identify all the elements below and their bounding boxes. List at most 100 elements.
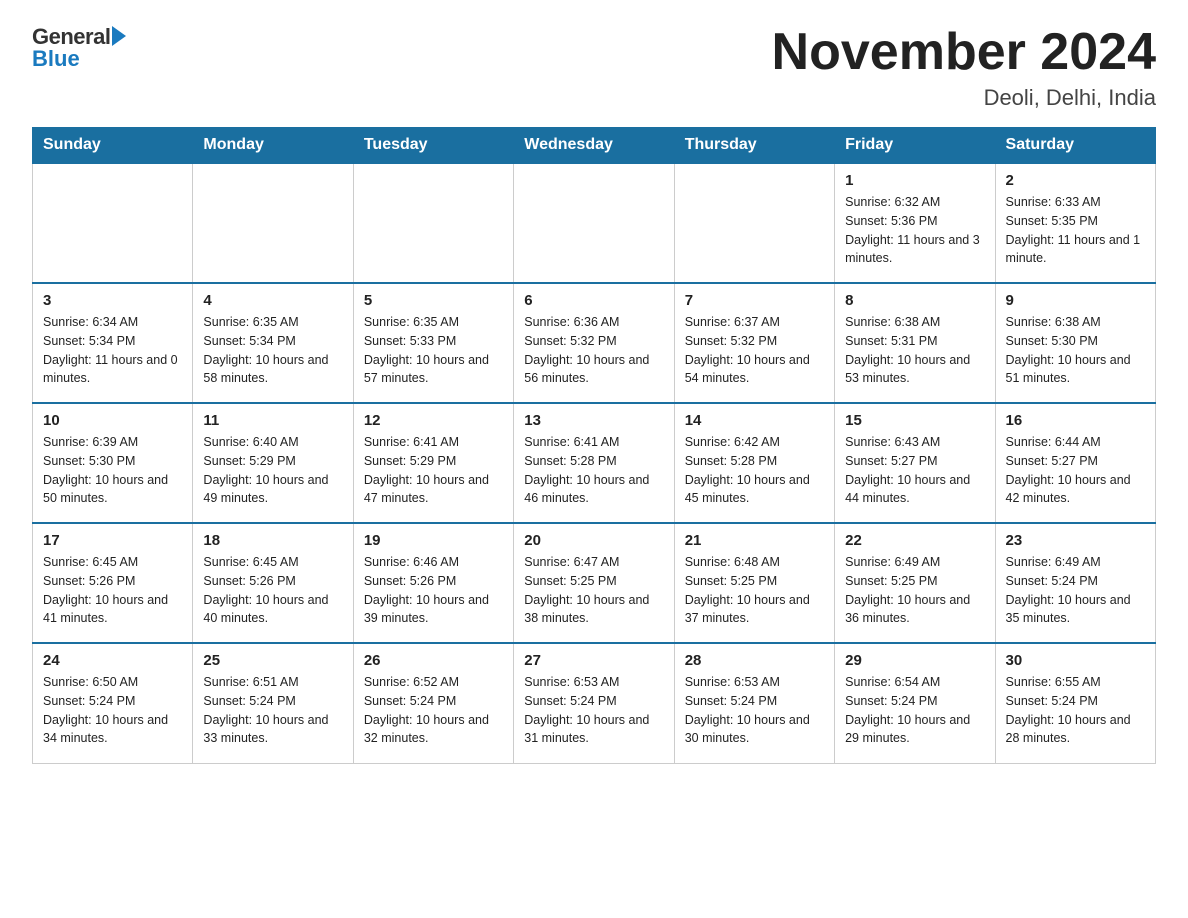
day-number: 12 — [364, 412, 503, 429]
day-info: Sunrise: 6:47 AM Sunset: 5:25 PM Dayligh… — [524, 553, 663, 628]
day-info: Sunrise: 6:39 AM Sunset: 5:30 PM Dayligh… — [43, 433, 182, 508]
day-number: 20 — [524, 532, 663, 549]
calendar-cell: 7Sunrise: 6:37 AM Sunset: 5:32 PM Daylig… — [674, 283, 834, 403]
calendar-cell: 18 Sunrise: 6:45 AM Sunset: 5:26 PM Dayli… — [193, 523, 353, 643]
calendar-cell: 15 Sunrise: 6:43 AM Sunset: 5:27 PM Dayli… — [835, 403, 995, 523]
day-info: Sunrise: 6:49 AM Sunset: 5:24 PM Dayligh… — [1006, 553, 1145, 628]
calendar-cell: 10Sunrise: 6:39 AM Sunset: 5:30 PM Dayli… — [33, 403, 193, 523]
calendar-cell: 2 Sunrise: 6:33 AM Sunset: 5:35 PM Daylig… — [995, 163, 1155, 283]
calendar-cell: 24 Sunrise: 6:50 AM Sunset: 5:24 PM Dayli… — [33, 643, 193, 763]
day-info: Sunrise: 6:33 AM Sunset: 5:35 PM Dayligh… — [1006, 193, 1145, 268]
calendar-week-row: 24 Sunrise: 6:50 AM Sunset: 5:24 PM Dayli… — [33, 643, 1156, 763]
day-info: Sunrise: 6:36 AM Sunset: 5:32 PM Dayligh… — [524, 313, 663, 388]
day-info: Sunrise: 6:55 AM Sunset: 5:24 PM Dayligh… — [1006, 673, 1145, 748]
day-info: Sunrise: 6:45 AM Sunset: 5:26 PM Dayligh… — [43, 553, 182, 628]
calendar-cell — [514, 163, 674, 283]
calendar-week-row: 1Sunrise: 6:32 AM Sunset: 5:36 PM Daylig… — [33, 163, 1156, 283]
day-number: 1 — [845, 172, 984, 189]
calendar-cell: 8 Sunrise: 6:38 AM Sunset: 5:31 PM Daylig… — [835, 283, 995, 403]
weekday-header-thursday: Thursday — [674, 128, 834, 164]
day-number: 7 — [685, 292, 824, 309]
day-info: Sunrise: 6:52 AM Sunset: 5:24 PM Dayligh… — [364, 673, 503, 748]
day-info: Sunrise: 6:49 AM Sunset: 5:25 PM Dayligh… — [845, 553, 984, 628]
calendar-cell — [193, 163, 353, 283]
weekday-header-wednesday: Wednesday — [514, 128, 674, 164]
calendar-table: SundayMondayTuesdayWednesdayThursdayFrid… — [32, 127, 1156, 764]
day-info: Sunrise: 6:48 AM Sunset: 5:25 PM Dayligh… — [685, 553, 824, 628]
logo-triangle-icon — [112, 26, 126, 46]
month-year-title: November 2024 — [772, 24, 1156, 81]
calendar-cell: 27 Sunrise: 6:53 AM Sunset: 5:24 PM Dayli… — [514, 643, 674, 763]
calendar-cell: 26 Sunrise: 6:52 AM Sunset: 5:24 PM Dayli… — [353, 643, 513, 763]
day-number: 21 — [685, 532, 824, 549]
day-info: Sunrise: 6:42 AM Sunset: 5:28 PM Dayligh… — [685, 433, 824, 508]
weekday-header-saturday: Saturday — [995, 128, 1155, 164]
day-info: Sunrise: 6:45 AM Sunset: 5:26 PM Dayligh… — [203, 553, 342, 628]
day-number: 24 — [43, 652, 182, 669]
day-info: Sunrise: 6:40 AM Sunset: 5:29 PM Dayligh… — [203, 433, 342, 508]
weekday-header-monday: Monday — [193, 128, 353, 164]
day-info: Sunrise: 6:44 AM Sunset: 5:27 PM Dayligh… — [1006, 433, 1145, 508]
calendar-cell: 3 Sunrise: 6:34 AM Sunset: 5:34 PM Daylig… — [33, 283, 193, 403]
calendar-cell: 6Sunrise: 6:36 AM Sunset: 5:32 PM Daylig… — [514, 283, 674, 403]
day-number: 5 — [364, 292, 503, 309]
day-info: Sunrise: 6:34 AM Sunset: 5:34 PM Dayligh… — [43, 313, 182, 388]
calendar-week-row: 17 Sunrise: 6:45 AM Sunset: 5:26 PM Dayli… — [33, 523, 1156, 643]
calendar-cell: 21 Sunrise: 6:48 AM Sunset: 5:25 PM Dayli… — [674, 523, 834, 643]
day-number: 27 — [524, 652, 663, 669]
logo: General Blue — [32, 24, 126, 72]
calendar-cell: 23 Sunrise: 6:49 AM Sunset: 5:24 PM Dayli… — [995, 523, 1155, 643]
day-number: 16 — [1006, 412, 1145, 429]
calendar-cell: 28 Sunrise: 6:53 AM Sunset: 5:24 PM Dayli… — [674, 643, 834, 763]
day-number: 3 — [43, 292, 182, 309]
calendar-cell: 16 Sunrise: 6:44 AM Sunset: 5:27 PM Dayli… — [995, 403, 1155, 523]
day-number: 22 — [845, 532, 984, 549]
day-info: Sunrise: 6:41 AM Sunset: 5:28 PM Dayligh… — [524, 433, 663, 508]
day-number: 14 — [685, 412, 824, 429]
calendar-cell: 17 Sunrise: 6:45 AM Sunset: 5:26 PM Dayli… — [33, 523, 193, 643]
calendar-cell: 12 Sunrise: 6:41 AM Sunset: 5:29 PM Dayli… — [353, 403, 513, 523]
logo-blue-text: Blue — [32, 46, 80, 72]
weekday-header-sunday: Sunday — [33, 128, 193, 164]
day-number: 13 — [524, 412, 663, 429]
weekday-header-row: SundayMondayTuesdayWednesdayThursdayFrid… — [33, 128, 1156, 164]
day-number: 2 — [1006, 172, 1145, 189]
day-number: 30 — [1006, 652, 1145, 669]
day-number: 11 — [203, 412, 342, 429]
day-info: Sunrise: 6:53 AM Sunset: 5:24 PM Dayligh… — [524, 673, 663, 748]
day-number: 23 — [1006, 532, 1145, 549]
calendar-cell: 5Sunrise: 6:35 AM Sunset: 5:33 PM Daylig… — [353, 283, 513, 403]
calendar-week-row: 10Sunrise: 6:39 AM Sunset: 5:30 PM Dayli… — [33, 403, 1156, 523]
day-number: 19 — [364, 532, 503, 549]
calendar-cell: 14 Sunrise: 6:42 AM Sunset: 5:28 PM Dayli… — [674, 403, 834, 523]
calendar-cell: 29Sunrise: 6:54 AM Sunset: 5:24 PM Dayli… — [835, 643, 995, 763]
day-info: Sunrise: 6:51 AM Sunset: 5:24 PM Dayligh… — [203, 673, 342, 748]
page-header: General Blue November 2024 Deoli, Delhi,… — [32, 24, 1156, 111]
day-info: Sunrise: 6:41 AM Sunset: 5:29 PM Dayligh… — [364, 433, 503, 508]
calendar-cell — [353, 163, 513, 283]
calendar-cell: 1Sunrise: 6:32 AM Sunset: 5:36 PM Daylig… — [835, 163, 995, 283]
day-number: 8 — [845, 292, 984, 309]
day-info: Sunrise: 6:43 AM Sunset: 5:27 PM Dayligh… — [845, 433, 984, 508]
calendar-cell: 30 Sunrise: 6:55 AM Sunset: 5:24 PM Dayli… — [995, 643, 1155, 763]
day-info: Sunrise: 6:38 AM Sunset: 5:30 PM Dayligh… — [1006, 313, 1145, 388]
day-number: 15 — [845, 412, 984, 429]
day-number: 18 — [203, 532, 342, 549]
day-number: 25 — [203, 652, 342, 669]
day-info: Sunrise: 6:38 AM Sunset: 5:31 PM Dayligh… — [845, 313, 984, 388]
day-number: 17 — [43, 532, 182, 549]
day-number: 4 — [203, 292, 342, 309]
day-info: Sunrise: 6:54 AM Sunset: 5:24 PM Dayligh… — [845, 673, 984, 748]
day-info: Sunrise: 6:50 AM Sunset: 5:24 PM Dayligh… — [43, 673, 182, 748]
day-info: Sunrise: 6:46 AM Sunset: 5:26 PM Dayligh… — [364, 553, 503, 628]
calendar-cell: 11 Sunrise: 6:40 AM Sunset: 5:29 PM Dayli… — [193, 403, 353, 523]
day-number: 26 — [364, 652, 503, 669]
day-info: Sunrise: 6:35 AM Sunset: 5:34 PM Dayligh… — [203, 313, 342, 388]
day-number: 9 — [1006, 292, 1145, 309]
calendar-cell — [674, 163, 834, 283]
calendar-cell: 19 Sunrise: 6:46 AM Sunset: 5:26 PM Dayli… — [353, 523, 513, 643]
calendar-cell — [33, 163, 193, 283]
weekday-header-friday: Friday — [835, 128, 995, 164]
day-number: 28 — [685, 652, 824, 669]
day-info: Sunrise: 6:53 AM Sunset: 5:24 PM Dayligh… — [685, 673, 824, 748]
